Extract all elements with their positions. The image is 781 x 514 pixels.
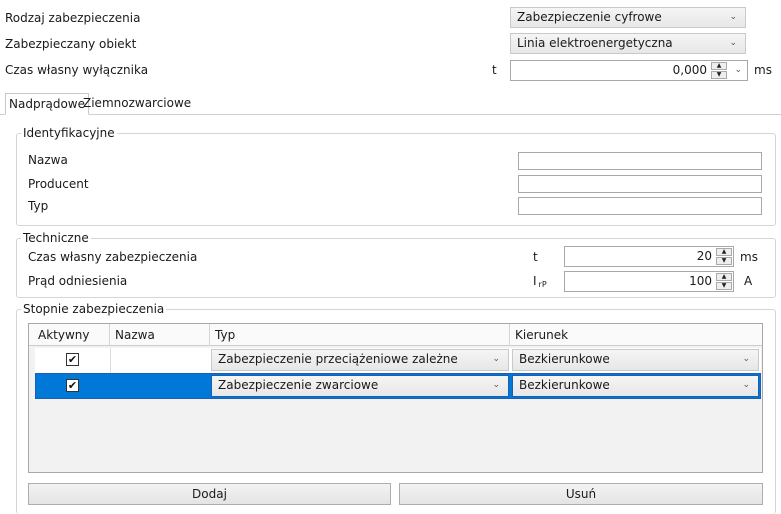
column-header-type[interactable]: Typ bbox=[210, 324, 510, 346]
stage-direction-select[interactable]: Bezkierunkowe ⌄ bbox=[512, 375, 759, 397]
protected-object-select[interactable]: Linia elektroenergetyczna ⌄ bbox=[510, 33, 746, 54]
column-header-direction[interactable]: Kierunek bbox=[510, 324, 762, 346]
stage-type-value: Zabezpieczenie zwarciowe bbox=[218, 378, 379, 392]
active-checkbox[interactable]: ✔ bbox=[66, 353, 79, 366]
active-checkbox[interactable]: ✔ bbox=[66, 379, 79, 392]
stage-direction-value: Bezkierunkowe bbox=[519, 352, 610, 366]
chevron-down-icon: ⌄ bbox=[492, 380, 500, 390]
column-header-active[interactable]: Aktywny bbox=[29, 324, 110, 346]
ref-current-value: 100 bbox=[689, 274, 712, 288]
protection-type-label: Rodzaj zabezpieczenia bbox=[5, 11, 141, 25]
chevron-down-icon: ⌄ bbox=[729, 12, 737, 22]
own-time-spinner[interactable]: ▲ ▼ bbox=[716, 248, 732, 265]
name-label: Nazwa bbox=[28, 153, 68, 167]
arrow-up-icon[interactable]: ▲ bbox=[716, 248, 732, 256]
own-time-label: Czas własny zabezpieczenia bbox=[28, 250, 198, 264]
table-row[interactable]: ✔ Zabezpieczenie przeciążeniowe zależne … bbox=[35, 348, 761, 373]
breaker-time-unit: ms bbox=[754, 63, 772, 77]
stages-group-title: Stopnie zabezpieczenia bbox=[21, 302, 167, 316]
protected-object-label: Zabezpieczany obiekt bbox=[5, 37, 137, 51]
identification-group-title: Identyfikacyjne bbox=[21, 126, 117, 140]
arrow-up-icon[interactable]: ▲ bbox=[716, 273, 732, 281]
arrow-down-icon[interactable]: ▼ bbox=[711, 71, 727, 79]
ref-current-label: Prąd odniesienia bbox=[28, 274, 128, 288]
name-field[interactable] bbox=[518, 152, 762, 170]
producer-label: Producent bbox=[28, 177, 89, 191]
own-time-input[interactable]: 20 ▲ ▼ bbox=[564, 246, 734, 267]
breaker-time-symbol: t bbox=[492, 63, 497, 77]
chevron-down-icon: ⌄ bbox=[742, 354, 750, 364]
type-field[interactable] bbox=[518, 197, 762, 215]
remove-button[interactable]: Usuń bbox=[399, 483, 763, 505]
stages-grid[interactable]: Aktywny Nazwa Typ Kierunek ✔ Zabezpiecze… bbox=[28, 323, 763, 473]
ref-current-spinner[interactable]: ▲ ▼ bbox=[716, 273, 732, 290]
add-button[interactable]: Dodaj bbox=[28, 483, 391, 505]
stage-name-cell[interactable] bbox=[110, 374, 210, 398]
own-time-symbol: t bbox=[533, 250, 538, 264]
chevron-down-icon[interactable]: ⌄ bbox=[734, 61, 742, 80]
stage-type-select[interactable]: Zabezpieczenie przeciążeniowe zależne ⌄ bbox=[211, 349, 509, 371]
protected-object-value: Linia elektroenergetyczna bbox=[517, 36, 673, 50]
ref-current-symbol: IrP bbox=[533, 273, 547, 293]
producer-field[interactable] bbox=[518, 175, 762, 193]
arrow-up-icon[interactable]: ▲ bbox=[711, 62, 727, 70]
chevron-down-icon: ⌄ bbox=[492, 354, 500, 364]
arrow-down-icon[interactable]: ▼ bbox=[716, 282, 732, 290]
stages-grid-header: Aktywny Nazwa Typ Kierunek bbox=[29, 324, 762, 346]
stage-type-select[interactable]: Zabezpieczenie zwarciowe ⌄ bbox=[211, 375, 509, 397]
chevron-down-icon: ⌄ bbox=[729, 38, 737, 48]
ref-current-symbol-main: I bbox=[533, 274, 537, 288]
arrow-down-icon[interactable]: ▼ bbox=[716, 257, 732, 265]
tab-nadpradowe[interactable]: Nadprądowe bbox=[5, 93, 90, 115]
breaker-time-label: Czas własny wyłącznika bbox=[5, 63, 149, 77]
technical-group-title: Techniczne bbox=[21, 231, 91, 245]
checkmark-icon: ✔ bbox=[67, 353, 78, 366]
protection-type-select[interactable]: Zabezpieczenie cyfrowe ⌄ bbox=[510, 7, 746, 28]
breaker-time-input[interactable]: 0,000 ▲ ▼ ⌄ bbox=[510, 60, 748, 81]
own-time-unit: ms bbox=[740, 250, 758, 264]
ref-current-subscript: rP bbox=[538, 280, 547, 289]
stage-direction-select[interactable]: Bezkierunkowe ⌄ bbox=[512, 349, 759, 371]
protection-type-value: Zabezpieczenie cyfrowe bbox=[517, 10, 662, 24]
ref-current-input[interactable]: 100 ▲ ▼ bbox=[564, 271, 734, 292]
stage-direction-value: Bezkierunkowe bbox=[519, 378, 610, 392]
tab-ziemnozwarciowe[interactable]: Ziemnozwarciowe bbox=[80, 93, 194, 115]
stage-type-value: Zabezpieczenie przeciążeniowe zależne bbox=[218, 352, 458, 366]
breaker-time-value: 0,000 bbox=[672, 63, 707, 77]
breaker-time-spinner[interactable]: ▲ ▼ bbox=[711, 62, 727, 79]
type-label: Typ bbox=[28, 199, 49, 213]
column-header-name[interactable]: Nazwa bbox=[110, 324, 210, 346]
stage-name-cell[interactable] bbox=[110, 348, 210, 373]
checkmark-icon: ✔ bbox=[67, 379, 78, 392]
table-row-selected[interactable]: ✔ Zabezpieczenie zwarciowe ⌄ Bezkierunko… bbox=[35, 373, 761, 399]
ref-current-unit: A bbox=[744, 274, 753, 288]
chevron-down-icon: ⌄ bbox=[742, 380, 750, 390]
own-time-value: 20 bbox=[696, 249, 712, 263]
